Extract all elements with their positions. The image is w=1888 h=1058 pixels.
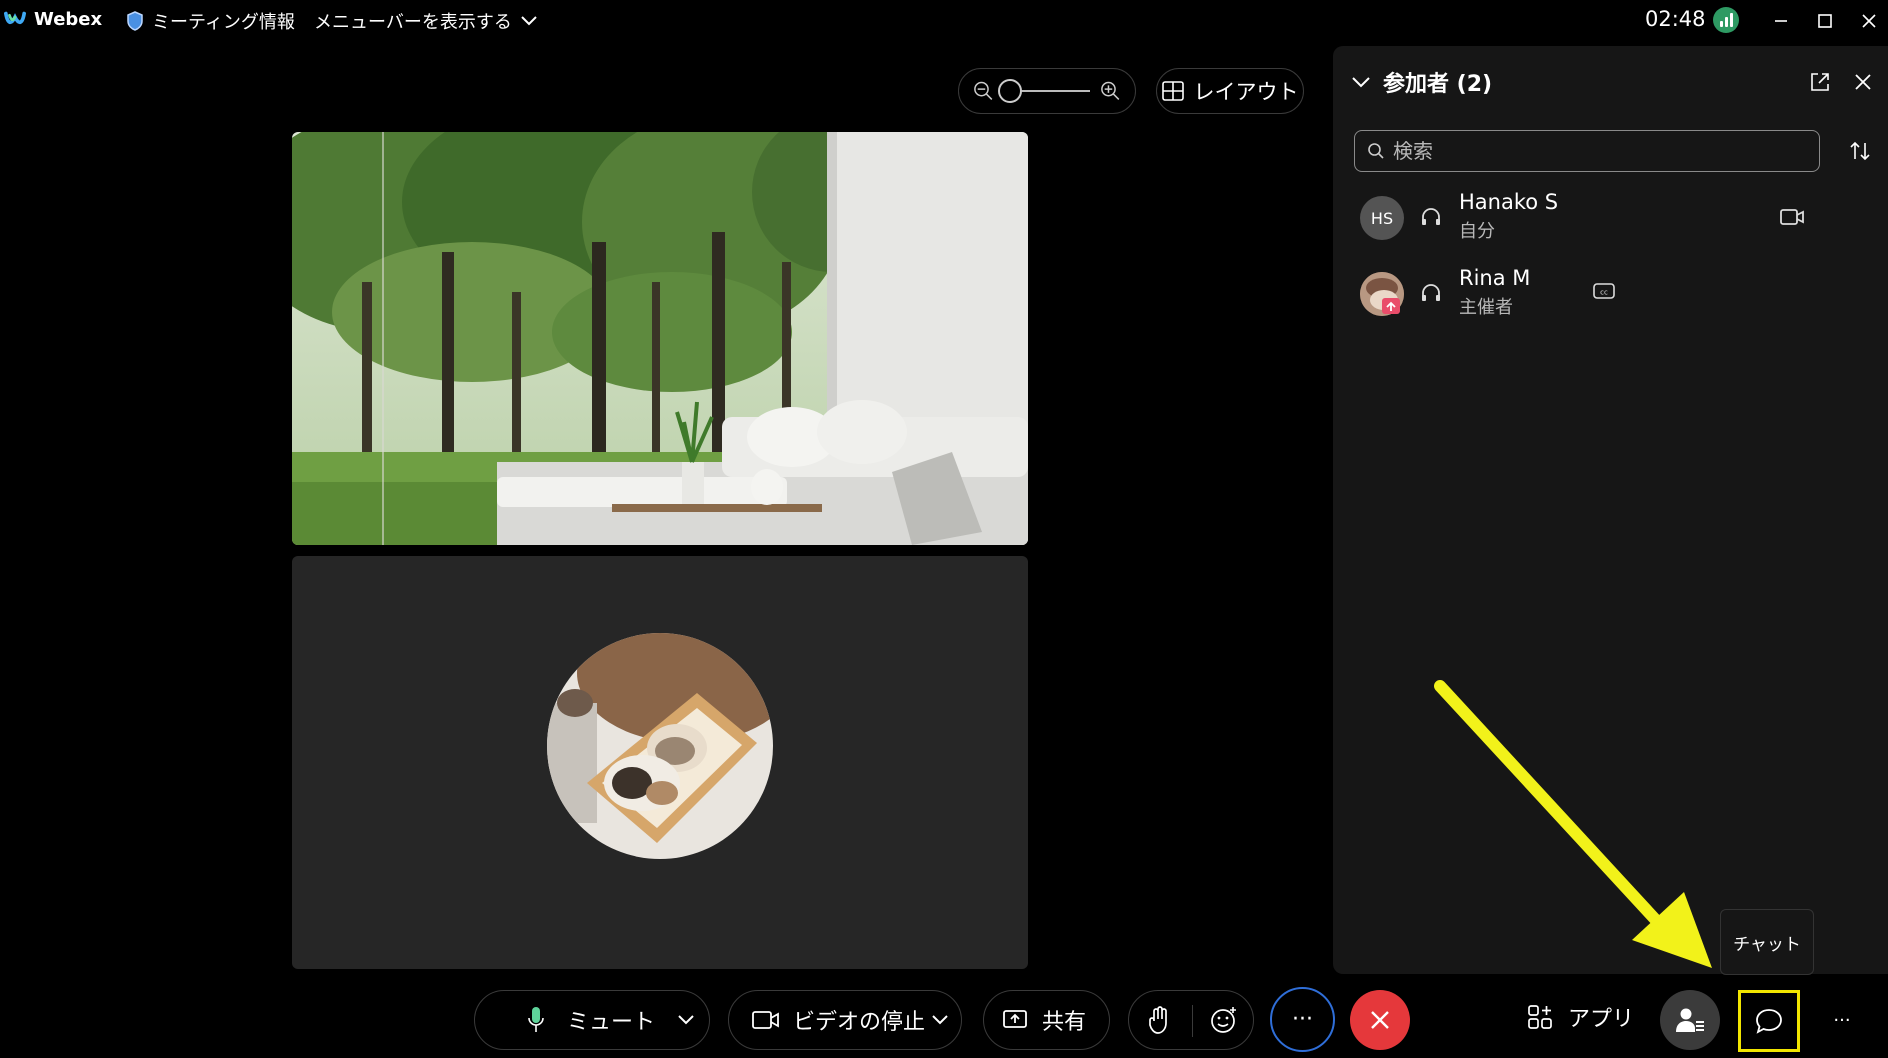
chevron-down-icon[interactable] xyxy=(677,1014,695,1026)
zoom-in-icon[interactable] xyxy=(1100,80,1121,102)
participant-search-input[interactable] xyxy=(1393,139,1793,163)
raise-hand-icon xyxy=(1149,1006,1167,1034)
overflow-menu-button[interactable]: ··· xyxy=(1822,1000,1862,1040)
participants-icon xyxy=(1676,1008,1704,1032)
maximize-icon xyxy=(1818,14,1832,28)
headset-icon xyxy=(1422,284,1440,301)
chat-button[interactable] xyxy=(1738,990,1800,1052)
participant-avatar-tile[interactable] xyxy=(292,556,1028,969)
close-icon xyxy=(1855,74,1871,90)
participants-header[interactable]: 参加者 (2) xyxy=(1351,66,1492,98)
closed-captions-icon[interactable]: cc xyxy=(1593,282,1615,300)
participant-role: 主催者 xyxy=(1459,297,1513,318)
chat-bubble-icon xyxy=(1756,1009,1782,1034)
participant-name: Hanako S xyxy=(1459,190,1559,214)
cat-photo-image xyxy=(547,633,773,859)
participant-row[interactable]: Rina M 主催者 cc xyxy=(1333,262,1888,328)
share-screen-icon xyxy=(1003,1010,1027,1028)
participant-name: Rina M xyxy=(1459,266,1531,290)
webex-meeting-window: Webex ミーティング情報 メニューバーを表示する 02:48 レイアウト 参… xyxy=(0,0,1888,1058)
popout-icon xyxy=(1811,73,1829,91)
zoom-control xyxy=(958,68,1136,114)
zoom-slider[interactable] xyxy=(997,79,1091,103)
close-window-button[interactable] xyxy=(1854,6,1884,36)
share-button[interactable]: 共有 xyxy=(983,990,1110,1050)
svg-text:cc: cc xyxy=(1600,289,1608,297)
avatar: HS xyxy=(1360,196,1404,240)
avatar-initials: HS xyxy=(1370,208,1394,228)
layout-label: レイアウト xyxy=(1193,80,1299,104)
raise-hand-button[interactable] xyxy=(1147,1005,1173,1041)
zoom-out-icon[interactable] xyxy=(973,80,994,102)
participants-panel: 参加者 (2) 検索 HS Hanako S 自分 Rina M 主催者 cc xyxy=(1333,46,1888,974)
minimize-button[interactable] xyxy=(1766,6,1796,36)
close-icon xyxy=(1862,14,1876,28)
show-menubar-label: メニューバーを表示する xyxy=(314,12,512,33)
avatar xyxy=(1360,272,1404,316)
reactions-group xyxy=(1128,990,1254,1050)
apps-button[interactable]: アプリ xyxy=(1526,1001,1634,1033)
video-camera-icon[interactable] xyxy=(1779,206,1805,228)
avatar-photo-image xyxy=(1360,272,1404,316)
close-panel-button[interactable] xyxy=(1849,68,1877,96)
network-signal-icon[interactable] xyxy=(1713,7,1739,33)
participant-avatar-photo xyxy=(547,633,773,859)
participant-role: 自分 xyxy=(1459,221,1495,242)
participant-search-field[interactable] xyxy=(1354,130,1820,172)
reactions-button[interactable] xyxy=(1209,1005,1239,1041)
stop-video-button[interactable]: ビデオの停止 xyxy=(728,990,962,1050)
maximize-button[interactable] xyxy=(1810,6,1840,36)
app-brand: Webex xyxy=(4,8,102,30)
sort-icon xyxy=(1850,141,1870,161)
popout-panel-button[interactable] xyxy=(1806,68,1834,96)
video-camera-icon xyxy=(752,1011,779,1029)
participant-row[interactable]: HS Hanako S 自分 xyxy=(1333,186,1888,252)
more-options-button[interactable]: ··· xyxy=(1270,987,1335,1052)
emoji-reaction-icon xyxy=(1211,1007,1236,1033)
meeting-info-label: ミーティング情報 xyxy=(152,12,295,33)
divider xyxy=(1192,1005,1193,1037)
apps-icon xyxy=(1528,1005,1552,1029)
microphone-icon xyxy=(528,1007,544,1032)
stop-video-label: ビデオの停止 xyxy=(793,1010,926,1035)
participants-button[interactable] xyxy=(1660,990,1720,1050)
close-icon xyxy=(1371,1011,1389,1029)
clock: 02:48 xyxy=(1645,7,1706,31)
apps-label: アプリ xyxy=(1568,1007,1635,1032)
chevron-down-icon[interactable] xyxy=(931,1014,949,1026)
chevron-down-icon xyxy=(1352,77,1370,88)
title-bar: Webex ミーティング情報 メニューバーを表示する 02:48 xyxy=(0,0,1888,42)
participants-title: 参加者 (2) xyxy=(1383,72,1493,97)
chat-tooltip: チャット xyxy=(1720,909,1814,975)
webex-logo-icon xyxy=(4,11,26,25)
meeting-info-button[interactable]: ミーティング情報 xyxy=(126,8,295,34)
end-call-button[interactable] xyxy=(1350,990,1410,1050)
video-feed-image xyxy=(292,132,1028,545)
headset-icon xyxy=(1422,208,1440,225)
participant-video-tile[interactable] xyxy=(292,132,1028,545)
sort-participants-button[interactable] xyxy=(1843,134,1877,168)
zoom-slider-handle[interactable] xyxy=(997,79,1022,103)
minimize-icon xyxy=(1775,20,1787,22)
layout-grid-icon xyxy=(1161,81,1184,101)
share-label: 共有 xyxy=(1042,1010,1087,1035)
show-menubar-button[interactable]: メニューバーを表示する xyxy=(314,8,538,34)
layout-button[interactable]: レイアウト xyxy=(1156,68,1304,114)
chevron-down-icon xyxy=(521,16,537,26)
app-name: Webex xyxy=(34,8,103,30)
search-icon xyxy=(1368,143,1384,159)
shield-icon xyxy=(127,11,143,31)
mute-button[interactable]: ミュート xyxy=(474,990,710,1050)
mute-label: ミュート xyxy=(567,1010,656,1035)
